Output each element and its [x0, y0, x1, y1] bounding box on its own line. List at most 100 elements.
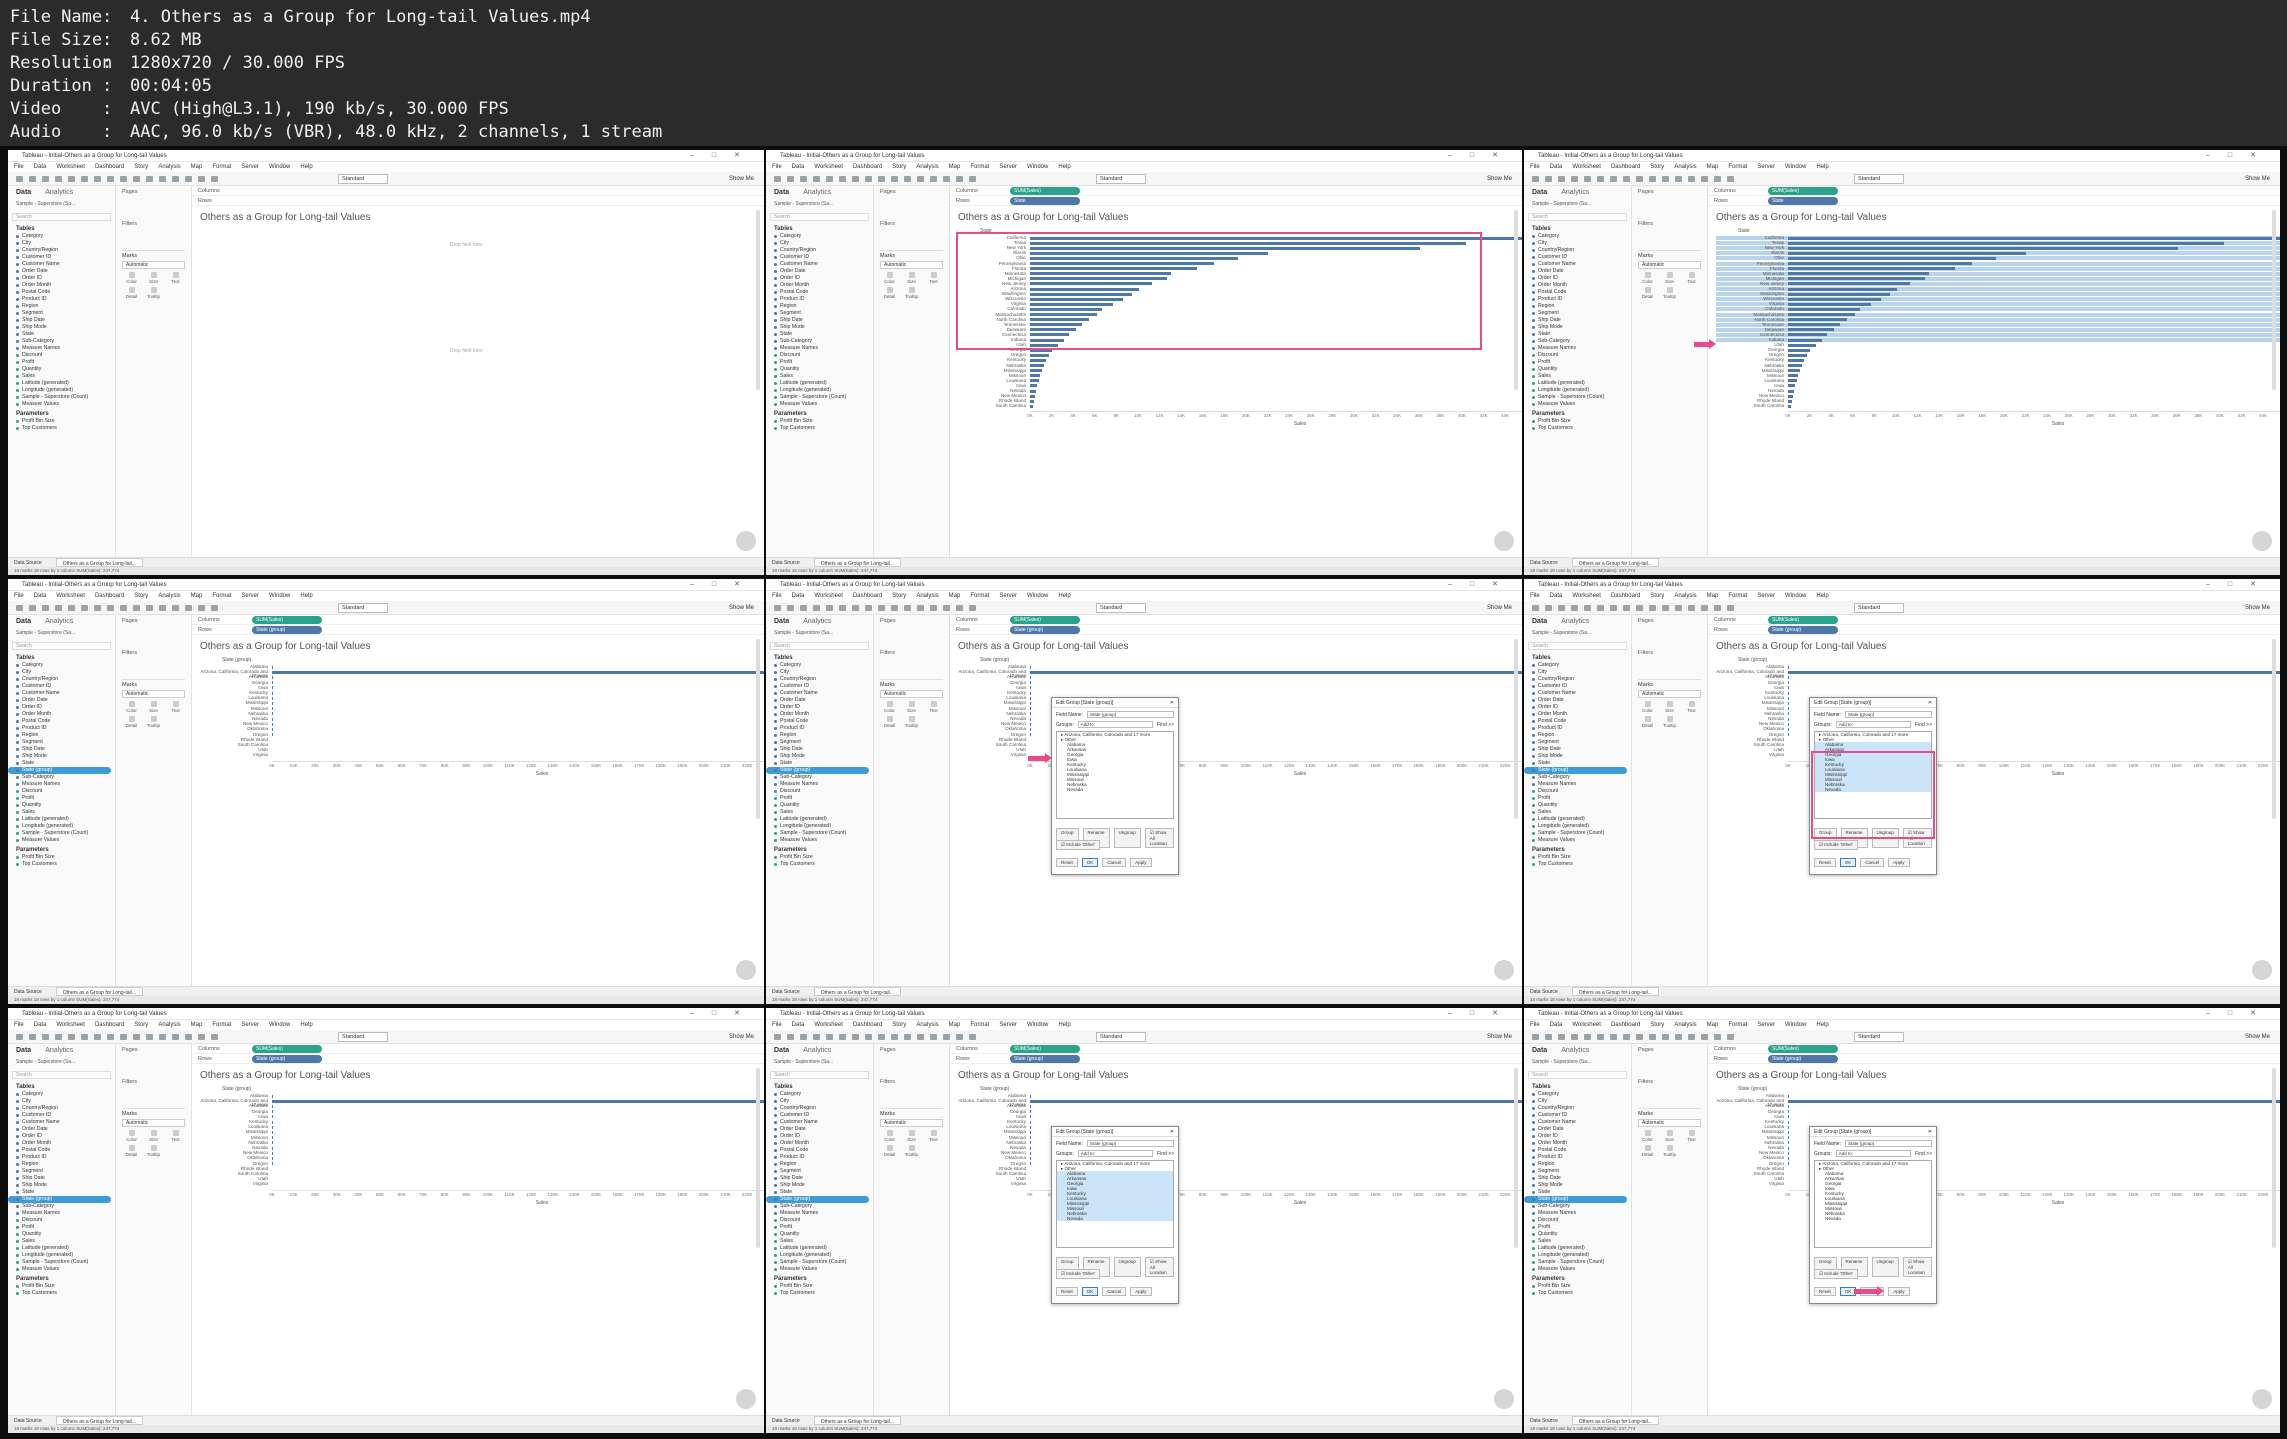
columns-shelf[interactable]: Columns SUM(Sales) [1708, 615, 2280, 625]
label-icon[interactable] [1714, 605, 1721, 611]
table-row[interactable]: Kentucky [958, 358, 1522, 362]
field-item[interactable]: Order ID [8, 704, 115, 711]
table-row[interactable]: Alabama [200, 1093, 764, 1098]
menu-item[interactable]: Window [1785, 1020, 1806, 1030]
state-group-label[interactable]: Georgia [200, 680, 268, 685]
data-source-tab[interactable]: Data Source [1530, 558, 1558, 567]
menu-item[interactable]: Window [1027, 162, 1048, 172]
chart-bar[interactable] [1788, 379, 1797, 383]
field-search-input[interactable]: Search [12, 1071, 111, 1079]
clear-icon[interactable] [878, 176, 885, 182]
field-item[interactable]: Measure Values [8, 1266, 115, 1273]
chart-bar[interactable] [1788, 277, 1925, 281]
chart-bar[interactable] [1788, 358, 1804, 362]
table-row[interactable]: Louisiana [958, 1124, 1522, 1129]
table-row[interactable]: New Mexico [200, 721, 764, 726]
table-row[interactable]: Oregon [958, 1161, 1522, 1166]
chart-bar[interactable] [1030, 369, 1042, 373]
field-item[interactable]: Order ID [766, 704, 873, 711]
table-row[interactable]: Nevada [200, 716, 764, 721]
table-row[interactable]: Ohio [1716, 256, 2280, 261]
chart-bar[interactable] [1030, 364, 1044, 367]
field-item[interactable]: Latitude (generated) [8, 1245, 115, 1252]
field-item[interactable]: Profit [8, 1224, 115, 1231]
field-item[interactable]: Country/Region [8, 676, 115, 683]
parameter-item[interactable]: Top Customers [8, 1290, 115, 1297]
new-datasource-icon[interactable] [55, 605, 62, 611]
field-item[interactable]: Sales [766, 373, 873, 380]
field-item[interactable]: Latitude (generated) [766, 1245, 873, 1252]
mark-type-dropdown[interactable]: Automatic [1638, 1119, 1701, 1127]
parameter-item[interactable]: Profit Bin Size [8, 418, 115, 425]
menu-item[interactable]: Map [1707, 162, 1719, 172]
field-item[interactable]: Sales [1524, 373, 1631, 380]
state-group-label[interactable]: Oklahoma [1716, 1156, 1784, 1161]
field-item[interactable]: Order ID [1524, 275, 1631, 282]
ok-button[interactable]: OK [1839, 858, 1857, 867]
table-row[interactable]: Utah [200, 747, 764, 752]
close-icon[interactable]: ✕ [1170, 1127, 1174, 1137]
menu-item[interactable]: Dashboard [95, 162, 124, 172]
parameter-item[interactable]: Top Customers [1524, 1290, 1631, 1297]
field-item[interactable]: Sales [766, 809, 873, 816]
menu-item[interactable]: Story [134, 162, 148, 172]
table-row[interactable]: Wisconsin [1716, 296, 2280, 302]
swap-icon[interactable] [133, 1034, 140, 1040]
state-group-label[interactable]: Missouri [200, 1135, 268, 1140]
table-row[interactable]: South Carolina [1716, 1171, 2280, 1176]
save-icon[interactable] [42, 1034, 49, 1040]
field-item[interactable]: Postal Code [1524, 289, 1631, 296]
apply-button[interactable]: Apply [1130, 1287, 1152, 1296]
field-item[interactable]: Measure Names [8, 781, 115, 788]
fit-dropdown[interactable]: Standard [338, 603, 388, 613]
field-item[interactable]: Discount [1524, 788, 1631, 795]
field-item[interactable]: Order Month [8, 711, 115, 718]
table-row[interactable]: Utah [958, 747, 1522, 752]
fix-axes-icon[interactable] [969, 1034, 976, 1040]
group-icon[interactable] [1701, 605, 1708, 611]
table-row[interactable]: Pennsylvania [1716, 261, 2280, 266]
table-row[interactable]: Kentucky [200, 690, 764, 695]
chart-bar[interactable] [1788, 307, 1860, 311]
field-item[interactable]: Postal Code [766, 1147, 873, 1154]
field-item[interactable]: Sample - Superstore (Count) [1524, 830, 1631, 837]
field-item[interactable]: Product ID [8, 296, 115, 303]
label-icon[interactable] [956, 1034, 963, 1040]
close-icon[interactable]: ✕ [1928, 1127, 1932, 1137]
table-row[interactable]: Alabama [1716, 664, 2280, 669]
menu-item[interactable]: Map [191, 591, 203, 601]
state-group-label[interactable]: Mississippi [1716, 701, 1784, 706]
find-button[interactable]: Find >> [1157, 722, 1174, 728]
table-row[interactable]: Arizona, California, Colorado and 17 mor… [1716, 669, 2280, 678]
parameter-item[interactable]: Top Customers [1524, 861, 1631, 868]
field-item[interactable]: Region [766, 732, 873, 739]
table-row[interactable]: Nevada [1716, 388, 2280, 393]
table-row[interactable]: Mississippi [958, 701, 1522, 705]
field-item[interactable]: Category [1524, 233, 1631, 240]
mark-detail-button[interactable]: Detail [880, 287, 899, 299]
chart-bar[interactable] [1030, 1094, 1031, 1098]
table-row[interactable]: Arkansas [958, 675, 1522, 679]
save-icon[interactable] [1558, 605, 1565, 611]
rows-pill[interactable]: State (group) [1768, 1055, 1838, 1063]
undo-icon[interactable] [774, 1034, 781, 1040]
table-row[interactable]: Mississippi [200, 701, 764, 705]
add-to-input[interactable]: Add to: [1835, 721, 1912, 728]
rows-shelf[interactable]: Rows State [950, 196, 1522, 206]
sort-desc-icon[interactable] [1675, 176, 1682, 182]
sort-asc-icon[interactable] [1662, 176, 1669, 182]
chart-bar[interactable] [1788, 364, 1802, 367]
mark-text-button[interactable]: Text [1682, 1130, 1701, 1142]
field-item[interactable]: Quantity [8, 1231, 115, 1238]
redo-icon[interactable] [1545, 605, 1552, 611]
menu-item[interactable]: Window [1785, 591, 1806, 601]
rows-shelf[interactable]: Rows State (group) [950, 625, 1522, 635]
field-item[interactable]: Ship Mode [8, 753, 115, 760]
data-source-name[interactable]: Sample - Superstore (Sa... [8, 1057, 115, 1067]
field-item[interactable]: Customer ID [8, 1112, 115, 1119]
columns-shelf[interactable]: Columns SUM(Sales) [950, 1044, 1522, 1054]
table-row[interactable]: Alabama [200, 664, 764, 669]
table-row[interactable]: Utah [200, 1176, 764, 1181]
show-me-button[interactable]: Show Me [729, 601, 754, 615]
state-group-label[interactable]: Arkansas [1716, 1104, 1784, 1109]
